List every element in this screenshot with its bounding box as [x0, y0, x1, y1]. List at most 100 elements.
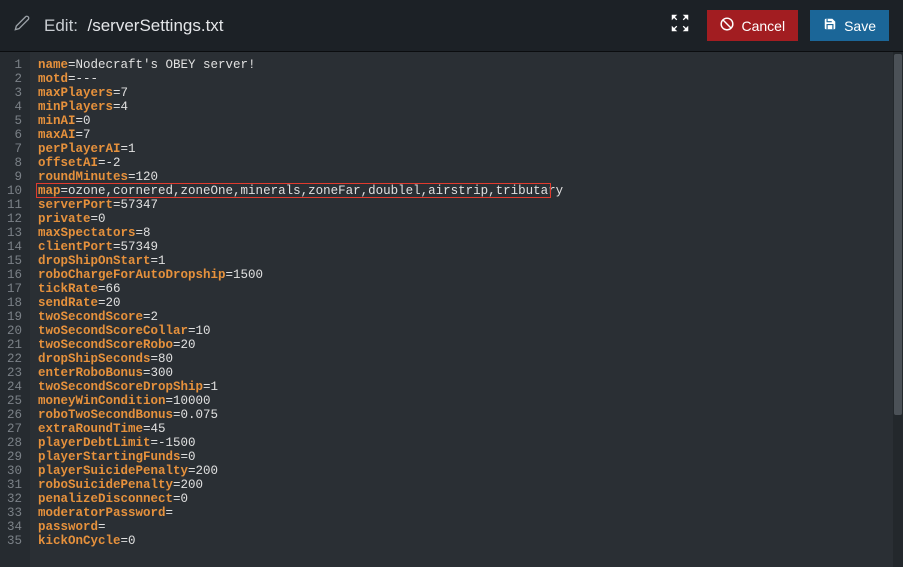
code-line[interactable]: offsetAI=-2 — [38, 156, 895, 170]
config-key: roboSuicidePenalty — [38, 478, 173, 492]
code-line[interactable]: minAI=0 — [38, 114, 895, 128]
code-line[interactable]: sendRate=20 — [38, 296, 895, 310]
code-line[interactable]: password= — [38, 520, 895, 534]
code-line[interactable]: twoSecondScore=2 — [38, 310, 895, 324]
code-content[interactable]: name=Nodecraft's OBEY server!motd=---max… — [30, 52, 903, 567]
config-key: twoSecondScoreRobo — [38, 338, 173, 352]
config-key: clientPort — [38, 240, 113, 254]
code-line[interactable]: roboSuicidePenalty=200 — [38, 478, 895, 492]
equals-sign: = — [113, 86, 121, 100]
config-value: 200 — [181, 478, 204, 492]
code-line[interactable]: map=ozone,cornered,zoneOne,minerals,zone… — [38, 184, 895, 198]
equals-sign: = — [98, 156, 106, 170]
line-number: 7 — [4, 142, 22, 156]
code-line[interactable]: dropShipOnStart=1 — [38, 254, 895, 268]
equals-sign: = — [173, 492, 181, 506]
config-key: maxSpectators — [38, 226, 136, 240]
line-number: 19 — [4, 310, 22, 324]
code-line[interactable]: maxPlayers=7 — [38, 86, 895, 100]
config-value: 120 — [136, 170, 159, 184]
config-key: perPlayerAI — [38, 142, 121, 156]
code-line[interactable]: roboChargeForAutoDropship=1500 — [38, 268, 895, 282]
config-key: tickRate — [38, 282, 98, 296]
line-number: 18 — [4, 296, 22, 310]
code-line[interactable]: moderatorPassword= — [38, 506, 895, 520]
config-value: 0 — [98, 212, 106, 226]
code-line[interactable]: moneyWinCondition=10000 — [38, 394, 895, 408]
code-line[interactable]: minPlayers=4 — [38, 100, 895, 114]
code-line[interactable]: twoSecondScoreDropShip=1 — [38, 380, 895, 394]
edit-label: Edit: — [44, 16, 78, 35]
equals-sign: = — [113, 100, 121, 114]
config-key: moneyWinCondition — [38, 394, 166, 408]
equals-sign: = — [76, 128, 84, 142]
header-right: Cancel Save — [665, 8, 889, 43]
code-line[interactable]: motd=--- — [38, 72, 895, 86]
code-line[interactable]: playerDebtLimit=-1500 — [38, 436, 895, 450]
edit-icon[interactable] — [14, 15, 30, 36]
line-number: 11 — [4, 198, 22, 212]
code-line[interactable]: playerSuicidePenalty=200 — [38, 464, 895, 478]
line-number: 24 — [4, 380, 22, 394]
code-line[interactable]: twoSecondScoreRobo=20 — [38, 338, 895, 352]
config-key: roboChargeForAutoDropship — [38, 268, 226, 282]
line-number: 26 — [4, 408, 22, 422]
code-line[interactable]: maxAI=7 — [38, 128, 895, 142]
code-line[interactable]: perPlayerAI=1 — [38, 142, 895, 156]
line-number: 22 — [4, 352, 22, 366]
line-number: 33 — [4, 506, 22, 520]
line-number: 17 — [4, 282, 22, 296]
equals-sign: = — [143, 310, 151, 324]
config-key: minPlayers — [38, 100, 113, 114]
config-value: 300 — [151, 366, 174, 380]
code-editor[interactable]: 1234567891011121314151617181920212223242… — [0, 52, 903, 567]
line-number: 16 — [4, 268, 22, 282]
scrollbar-thumb[interactable] — [894, 54, 902, 415]
code-line[interactable]: roboTwoSecondBonus=0.075 — [38, 408, 895, 422]
config-value: 10 — [196, 324, 211, 338]
config-value: 4 — [121, 100, 129, 114]
config-key: motd — [38, 72, 68, 86]
fullscreen-icon[interactable] — [665, 8, 695, 43]
code-line[interactable]: dropShipSeconds=80 — [38, 352, 895, 366]
code-line[interactable]: penalizeDisconnect=0 — [38, 492, 895, 506]
save-button[interactable]: Save — [810, 10, 889, 41]
scrollbar-track[interactable] — [893, 52, 903, 567]
config-value: 45 — [151, 422, 166, 436]
code-line[interactable]: playerStartingFunds=0 — [38, 450, 895, 464]
code-line[interactable]: clientPort=57349 — [38, 240, 895, 254]
code-line[interactable]: name=Nodecraft's OBEY server! — [38, 58, 895, 72]
code-line[interactable]: twoSecondScoreCollar=10 — [38, 324, 895, 338]
code-line[interactable]: maxSpectators=8 — [38, 226, 895, 240]
equals-sign: = — [203, 380, 211, 394]
cancel-button[interactable]: Cancel — [707, 10, 798, 41]
config-key: name — [38, 58, 68, 72]
line-number: 28 — [4, 436, 22, 450]
code-line[interactable]: enterRoboBonus=300 — [38, 366, 895, 380]
equals-sign: = — [68, 58, 76, 72]
config-key: minAI — [38, 114, 76, 128]
code-line[interactable]: serverPort=57347 — [38, 198, 895, 212]
equals-sign: = — [188, 464, 196, 478]
config-key: dropShipOnStart — [38, 254, 151, 268]
code-line[interactable]: extraRoundTime=45 — [38, 422, 895, 436]
equals-sign: = — [91, 212, 99, 226]
line-number: 25 — [4, 394, 22, 408]
line-number: 30 — [4, 464, 22, 478]
line-number: 21 — [4, 338, 22, 352]
code-line[interactable]: tickRate=66 — [38, 282, 895, 296]
line-number: 9 — [4, 170, 22, 184]
config-value: 7 — [121, 86, 129, 100]
code-line[interactable]: roundMinutes=120 — [38, 170, 895, 184]
code-line[interactable]: kickOnCycle=0 — [38, 534, 895, 548]
equals-sign: = — [143, 422, 151, 436]
equals-sign: = — [98, 282, 106, 296]
config-value: 80 — [158, 352, 173, 366]
line-number: 32 — [4, 492, 22, 506]
config-key: playerDebtLimit — [38, 436, 151, 450]
code-line[interactable]: private=0 — [38, 212, 895, 226]
line-number: 27 — [4, 422, 22, 436]
line-number: 13 — [4, 226, 22, 240]
line-gutter: 1234567891011121314151617181920212223242… — [0, 52, 30, 567]
config-value: 1500 — [233, 268, 263, 282]
